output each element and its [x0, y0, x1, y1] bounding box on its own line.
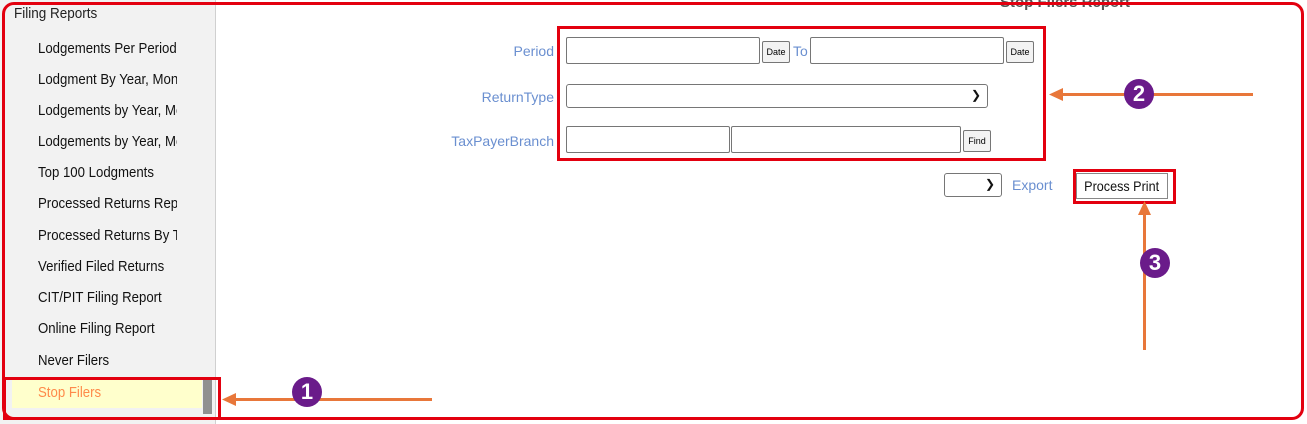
find-button[interactable]: Find: [963, 130, 991, 152]
return-type-label: ReturnType: [481, 89, 554, 105]
sidebar-item-top-100-lodgments[interactable]: Top 100 Lodgments: [38, 164, 177, 181]
sidebar-item-lodgements-per-period[interactable]: Lodgements Per Period: [38, 40, 177, 57]
sidebar-item-stop-filers[interactable]: Stop Filers: [12, 378, 202, 408]
sidebar-item-lodgements-by-year-month-2[interactable]: Lodgements by Year, Month: [38, 133, 177, 150]
sidebar-title: Filing Reports: [14, 5, 98, 22]
annotation-arrow-1-head: [222, 393, 236, 406]
sidebar-item-cit-pit-filing-report[interactable]: CIT/PIT Filing Report: [38, 289, 177, 306]
annotation-arrow-2-head: [1049, 88, 1063, 101]
taxpayer-branch-code-input[interactable]: [566, 126, 730, 153]
sidebar: Filing Reports Lodgements Per Period Lod…: [0, 0, 216, 424]
sidebar-item-lodgements-by-year-month-1[interactable]: Lodgements by Year, Month: [38, 102, 177, 119]
annotation-badge-2: 2: [1124, 79, 1154, 109]
sidebar-item-online-filing-report[interactable]: Online Filing Report: [38, 320, 177, 337]
period-from-date-button[interactable]: Date: [762, 41, 790, 63]
annotation-arrow-1-line: [232, 398, 432, 401]
to-label: To: [793, 43, 808, 59]
period-to-date-button[interactable]: Date: [1006, 41, 1034, 63]
sidebar-item-verified-filed-returns[interactable]: Verified Filed Returns: [38, 258, 177, 275]
sidebar-scrollbar-thumb[interactable]: [203, 380, 212, 414]
annotation-arrow-3-head: [1138, 201, 1151, 215]
period-from-input[interactable]: [566, 37, 760, 64]
chevron-down-icon: ❯: [984, 177, 995, 191]
return-type-select[interactable]: ❯: [566, 84, 988, 108]
period-to-input[interactable]: [810, 37, 1004, 64]
taxpayer-branch-label: TaxPayerBranch: [451, 133, 554, 149]
report-title: Stop Filers Report: [1000, 0, 1131, 11]
annotation-badge-1: 1: [292, 377, 322, 407]
period-label: Period: [513, 43, 554, 59]
process-print-label: Process Print: [1084, 178, 1160, 194]
annotation-badge-3: 3: [1140, 248, 1170, 278]
export-format-select[interactable]: ❯: [944, 173, 1002, 197]
sidebar-item-stop-filers-label: Stop Filers: [38, 384, 102, 401]
sidebar-item-never-filers[interactable]: Never Filers: [38, 352, 177, 369]
sidebar-item-processed-returns-report[interactable]: Processed Returns Report: [38, 195, 177, 212]
export-link[interactable]: Export: [1012, 177, 1052, 193]
chevron-down-icon: ❯: [970, 88, 981, 102]
process-print-button[interactable]: Process Print: [1076, 173, 1168, 199]
taxpayer-branch-name-input[interactable]: [731, 126, 961, 153]
sidebar-item-processed-returns-by-tax[interactable]: Processed Returns By Tax: [38, 227, 177, 244]
annotation-arrow-3-line: [1143, 210, 1146, 350]
sidebar-item-lodgment-by-year-month[interactable]: Lodgment By Year, Month and: [38, 71, 177, 88]
annotation-arrow-2-line: [1058, 93, 1253, 96]
